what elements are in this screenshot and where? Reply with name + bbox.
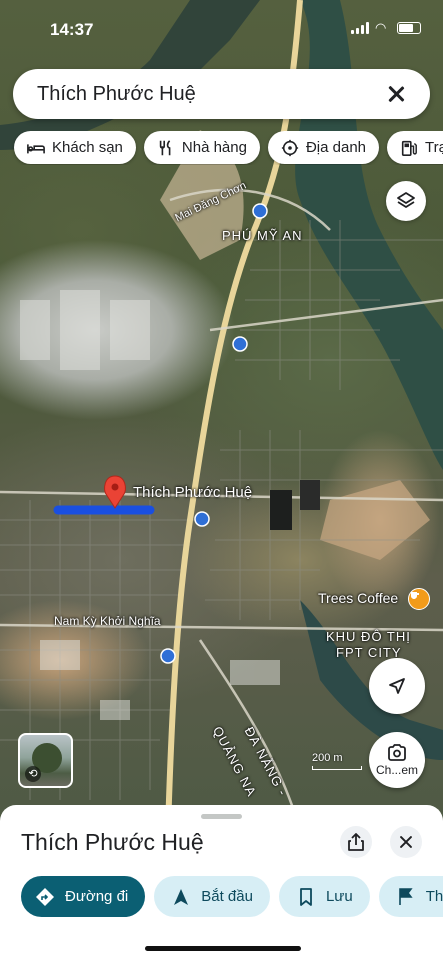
navigate-icon: [174, 888, 189, 905]
landmark-icon: [281, 139, 299, 156]
gas-station-icon: [401, 140, 417, 156]
chip-label: Địa danh: [305, 139, 366, 156]
search-bar[interactable]: Thích Phước Huệ: [13, 69, 430, 119]
share-icon: [348, 833, 364, 851]
close-icon: [398, 834, 414, 850]
action-label: Bắt đầu: [201, 888, 253, 905]
action-label: Thêm: [425, 888, 443, 905]
poi-label[interactable]: Trees Coffee: [318, 590, 398, 606]
share-button[interactable]: [340, 826, 372, 858]
close-icon[interactable]: [384, 82, 408, 106]
rotate-360-icon: ⟲: [25, 766, 41, 782]
category-chips: Khách sạn Nhà hàng Địa danh Trạm xăng: [0, 131, 443, 165]
scale-bar: [312, 766, 362, 770]
save-button[interactable]: Lưu: [278, 876, 370, 917]
scale-label: 200 m: [312, 752, 343, 764]
area-label-fpt-1: KHU ĐÔ THỊ: [326, 629, 411, 644]
layers-button[interactable]: [386, 181, 426, 221]
lens-button[interactable]: Ch...em: [369, 732, 425, 788]
action-label: Lưu: [325, 888, 353, 905]
close-sheet-button[interactable]: [390, 826, 422, 858]
restaurant-icon: [159, 139, 171, 155]
status-time: 14:37: [50, 20, 94, 39]
tower-2: [300, 480, 320, 510]
bus-stop-icons: [160, 203, 268, 664]
chip-label: Khách sạn: [52, 139, 123, 156]
chip-hotels[interactable]: Khách sạn: [14, 131, 136, 164]
chip-gas[interactable]: Trạm xăng: [387, 131, 443, 164]
more-button[interactable]: Thêm: [378, 876, 443, 917]
action-label: Đường đi: [65, 888, 129, 905]
tower-1: [270, 490, 292, 530]
my-location-button[interactable]: [369, 658, 425, 714]
lens-label: Ch...em: [375, 762, 418, 777]
start-button[interactable]: Bắt đầu: [154, 876, 270, 917]
flag-icon: [398, 887, 413, 905]
selected-place-label[interactable]: Thích Phước Huệ: [133, 484, 252, 501]
bookmark-icon: [300, 887, 312, 906]
chip-landmarks[interactable]: Địa danh: [267, 131, 379, 164]
sheet-grab-handle[interactable]: [201, 814, 242, 819]
area-label-phu-my-an: PHÚ MỸ AN: [222, 228, 303, 243]
status-icons: ◠: [351, 20, 421, 35]
place-bottom-sheet[interactable]: Thích Phước Huệ Đường đi Bắt đầu Lưu Thê…: [0, 805, 443, 960]
navigation-arrow-icon: [389, 678, 405, 694]
chip-restaurants[interactable]: Nhà hàng: [143, 131, 260, 164]
directions-button[interactable]: Đường đi: [21, 876, 146, 917]
camera-search-icon: [388, 743, 406, 761]
action-buttons: Đường đi Bắt đầu Lưu Thêm: [0, 876, 443, 918]
wifi-icon: ◠: [375, 20, 387, 35]
search-input[interactable]: Thích Phước Huệ: [37, 83, 384, 106]
place-title: Thích Phước Huệ: [21, 829, 204, 855]
battery-icon: [397, 22, 421, 34]
home-indicator: [145, 946, 301, 951]
signal-icon: [351, 22, 369, 34]
place-pin-icon[interactable]: [104, 475, 126, 509]
street-label-nam-ky: Nam Kỳ Khởi Nghĩa: [54, 614, 161, 628]
directions-icon: [36, 887, 54, 906]
chip-label: Nhà hàng: [181, 139, 247, 156]
layers-icon: [397, 192, 415, 208]
coffee-icon[interactable]: [408, 588, 430, 610]
sand-area-2: [320, 480, 430, 560]
highway: [165, 0, 303, 830]
chip-label: Trạm xăng: [425, 139, 443, 156]
street-view-thumbnail[interactable]: ⟲: [18, 733, 73, 788]
bed-icon: [27, 143, 45, 153]
